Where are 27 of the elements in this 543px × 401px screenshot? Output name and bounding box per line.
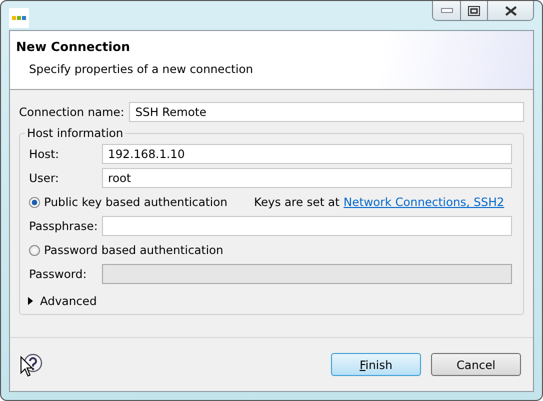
- user-field[interactable]: root: [102, 168, 512, 188]
- help-icon[interactable]: [20, 352, 44, 376]
- field-label: Password:: [29, 267, 88, 281]
- network-connections-link[interactable]: Network Connections, SSH2: [344, 195, 504, 209]
- keys-note: Keys are set at: [254, 195, 340, 209]
- auth-radio-button[interactable]: Public key based authentication: [29, 195, 254, 209]
- dialog-title: New Connection: [16, 39, 132, 54]
- finish-button[interactable]: Finish: [331, 353, 421, 376]
- auth-radio-button[interactable]: Password based authentication: [29, 243, 254, 257]
- field-label: Host:: [29, 147, 60, 161]
- maximize-icon: [468, 6, 480, 16]
- dialog-description: Specify properties of a new connection: [29, 62, 254, 76]
- close-icon: [504, 6, 516, 16]
- field-label: Passphrase:: [29, 219, 97, 233]
- expand-arrow-icon: [27, 297, 33, 305]
- connection-name-field[interactable]: SSH Remote: [129, 102, 524, 122]
- close-button[interactable]: [487, 1, 533, 20]
- cancel-button[interactable]: Cancel: [431, 353, 521, 376]
- field-label: User:: [29, 171, 60, 185]
- host-field[interactable]: 192.168.1.10: [102, 144, 512, 164]
- group-title: Host information: [26, 126, 124, 140]
- passphrase-field[interactable]: [102, 216, 512, 236]
- minimize-icon: [440, 8, 452, 14]
- field-label: Connection name:: [19, 105, 124, 119]
- maximize-button[interactable]: [460, 1, 487, 20]
- app-logo-icon: [9, 8, 29, 28]
- advanced-toggle[interactable]: Advanced: [27, 292, 97, 310]
